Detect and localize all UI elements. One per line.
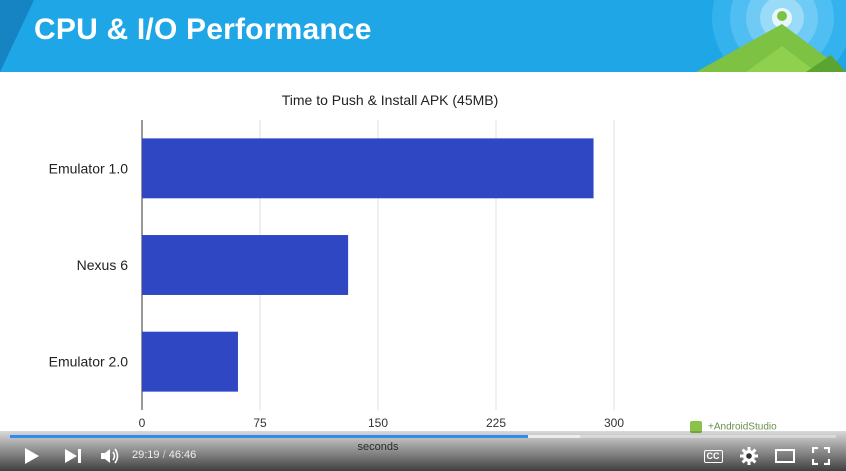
current-time: 29:19 [132,449,160,461]
fullscreen-button[interactable] [808,443,834,469]
play-button[interactable] [16,443,46,469]
next-icon [65,449,81,463]
volume-icon [101,448,119,464]
bar-emulator-2-0 [142,331,238,392]
fullscreen-icon [812,447,830,465]
bar-chart: 0 75 150 225 300 Emulator 1.0 Nexus 6 Emulator … [49,120,624,453]
progress-played [10,435,528,438]
captions-button[interactable]: CC [700,443,726,469]
progress-bar[interactable] [10,435,836,438]
play-icon [25,448,39,464]
category-label: Emulator 2.0 [49,354,129,370]
cc-icon: CC [703,449,723,463]
x-tick-label: 150 [368,416,388,430]
category-label: Emulator 1.0 [49,160,129,176]
x-tick-label: 0 [139,416,146,430]
bar-emulator-1-0 [142,138,594,199]
bar-nexus-6 [142,235,349,295]
settings-button[interactable] [736,443,762,469]
time-separator: / [162,449,166,461]
volume-button[interactable] [96,443,124,469]
settings-icon [740,447,758,465]
duration: 46:46 [168,449,197,461]
x-tick-label: 75 [253,416,267,430]
theater-icon [775,449,795,463]
theater-mode-button[interactable] [772,443,798,469]
x-tick-label: 300 [604,416,624,430]
time-readout: 29:19 / 46:46 [132,449,196,461]
x-tick-label: 225 [486,416,506,430]
next-button[interactable] [58,443,88,469]
category-label: Nexus 6 [77,257,129,273]
